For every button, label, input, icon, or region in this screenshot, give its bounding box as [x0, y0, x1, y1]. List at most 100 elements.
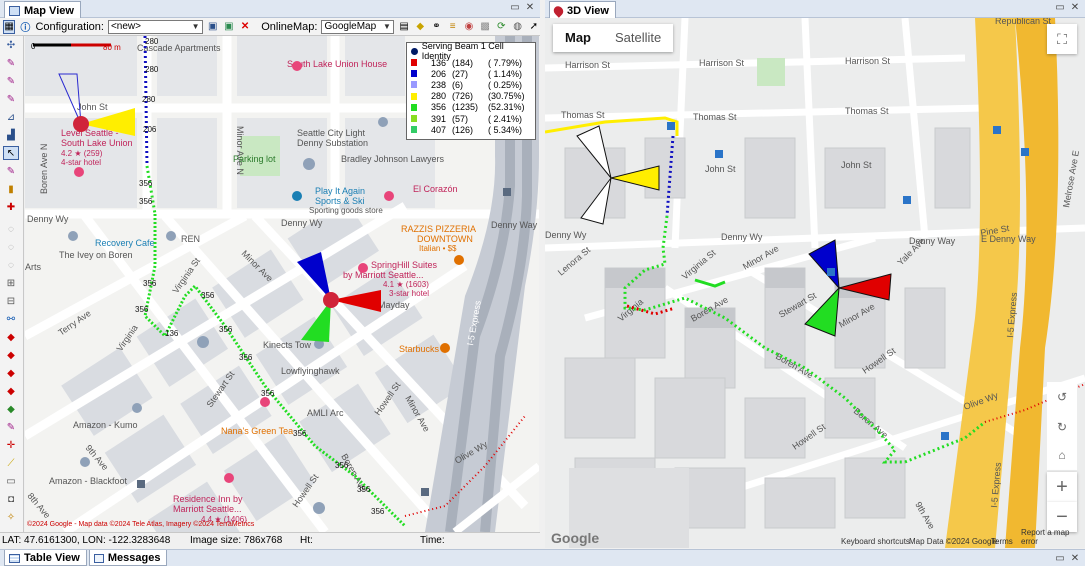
restore-icon[interactable]: ▭ [1054, 553, 1066, 564]
marker-tool-3-icon[interactable]: ◆ [3, 366, 19, 380]
online-map-select[interactable]: GoogleMap ▼ [321, 19, 394, 34]
map-type-satellite[interactable]: Satellite [603, 24, 673, 52]
restore-icon[interactable]: ▭ [509, 2, 521, 13]
legend-swatch [411, 81, 417, 89]
view-3d-tab[interactable]: 3D View [549, 0, 616, 18]
pointer-icon[interactable]: ➚ [528, 20, 540, 34]
marker-tool-4-icon[interactable]: ◆ [3, 384, 19, 398]
restore-icon[interactable]: ▭ [1054, 2, 1066, 13]
legend-row: 391 (57) ( 2.41%) [411, 113, 531, 124]
save-icon[interactable]: ▣ [207, 20, 219, 34]
rotate-left-button[interactable]: ↺ [1047, 382, 1077, 412]
map-type-map[interactable]: Map [553, 24, 603, 52]
place-nanas: Nana's Green Tea [221, 426, 293, 436]
camera-tool-icon[interactable]: ◘ [3, 492, 19, 506]
legend-cell-id: 206 [430, 68, 446, 79]
legend-row: 356 (1235) (52.31%) [411, 102, 531, 113]
grid-icon[interactable]: ▦ [3, 19, 16, 34]
legend-pct: ( 1.14%) [488, 68, 523, 79]
map-view-tab[interactable]: Map View [4, 0, 81, 18]
fullscreen-button[interactable]: ⛶ [1047, 24, 1077, 54]
legend-row: 407 (126) ( 5.34%) [411, 124, 531, 135]
messages-tab[interactable]: Messages [88, 550, 168, 566]
compass-tool-icon[interactable]: ✧ [3, 510, 19, 524]
street3d-denny-wy-2: Denny Wy [721, 232, 763, 242]
route-label-280-b: 280 [145, 65, 159, 74]
place-springhill-rating: 4.1 ★ (1603) [383, 280, 429, 289]
ruler-tool-icon[interactable]: ⊿ [3, 110, 19, 124]
link-tool-icon[interactable]: ⚯ [3, 312, 19, 326]
close-icon[interactable]: ✕ [524, 2, 536, 13]
layer-yellow-icon[interactable]: ◆ [414, 20, 426, 34]
marker-tool-2-icon[interactable]: ◆ [3, 348, 19, 362]
street3d-john-st: John St [705, 164, 736, 174]
route-label-206: 206 [143, 125, 157, 134]
pin-tool-icon[interactable]: ✚ [3, 200, 19, 214]
place-lowflyinghawk: Lowflyinghawk [281, 366, 340, 376]
place-starbucks: Starbucks [399, 344, 440, 354]
layer-stripe-icon[interactable]: ≡ [447, 20, 459, 34]
chart-tool-icon[interactable]: ▟ [3, 128, 19, 142]
map-2d-copyright: ©2024 Google - Map data ©2024 Tele Atlas… [27, 520, 255, 528]
keyboard-shortcuts-link[interactable]: Keyboard shortcuts [841, 537, 910, 546]
rotate-right-button[interactable]: ↻ [1047, 412, 1077, 442]
legend-count: (27) [452, 68, 469, 79]
marker-tool-5-icon[interactable]: ◆ [3, 402, 19, 416]
close-icon[interactable]: ✕ [1069, 2, 1081, 13]
marker-tool-icon[interactable]: ◆ [3, 330, 19, 344]
place-razzis: RAZZIS PIZZERIA [401, 224, 476, 234]
map-view-title: Map View [24, 4, 74, 17]
place-residence-inn-2: Marriott Seattle... [173, 504, 242, 514]
report-map-error-link[interactable]: Report a map error [1021, 528, 1085, 546]
legend-count: (726) [452, 91, 474, 102]
street3d-thomas-st-2: Thomas St [693, 112, 737, 122]
bar-tool-icon[interactable]: ▮ [3, 182, 19, 196]
save-as-icon[interactable]: ▣ [223, 20, 235, 34]
terms-link[interactable]: Terms [991, 537, 1013, 546]
route-label-356-i: 356 [293, 429, 307, 438]
layer-link-icon[interactable]: ⚭ [430, 20, 442, 34]
map-2d-canvas[interactable]: John St Denny Wy Denny Wy Denny Way Bore… [25, 36, 539, 532]
tilt-icon: ⌂ [1058, 448, 1066, 462]
legend-row: 206 (27) ( 1.14%) [411, 68, 531, 79]
zoom-in-button[interactable]: + [1047, 472, 1077, 502]
delete-icon[interactable]: ✕ [239, 20, 251, 34]
layer-gray-icon[interactable]: ▩ [479, 20, 491, 34]
tilt-button[interactable]: ⌂ [1047, 440, 1077, 470]
refresh-icon[interactable]: ⟳ [495, 20, 507, 34]
status-latlon: LAT: 47.6161300, LON: -122.3283648 [2, 535, 171, 546]
draw-tool-5-icon[interactable]: ✎ [3, 420, 19, 434]
street-minor-ave-n: Minor Ave N [235, 126, 245, 175]
legend-swatch [411, 115, 417, 123]
view-3d-titlebar: 3D View ▭ ✕ [545, 0, 1085, 18]
configuration-select[interactable]: <new> ▼ [107, 19, 203, 34]
select-tool-icon[interactable]: ↖ [3, 146, 19, 160]
legend-pct: ( 5.34%) [488, 124, 523, 135]
place-springhill: SpringHill Suites [371, 260, 438, 270]
place-springhill-class: 3-star hotel [389, 289, 429, 298]
legend-swatch [411, 92, 417, 100]
draw-tool-3-icon[interactable]: ✎ [3, 92, 19, 106]
crosshair-tool-icon[interactable]: ✛ [3, 438, 19, 452]
draw-tool-4-icon[interactable]: ✎ [3, 164, 19, 178]
chevron-down-icon: ▼ [383, 22, 391, 31]
grid-tool-2-icon[interactable]: ⊟ [3, 294, 19, 308]
draw-tool-icon[interactable]: ✎ [3, 56, 19, 70]
left-toolbar: ✣ ✎ ✎ ✎ ⊿ ▟ ↖ ✎ ▮ ✚ ◌ ◌ ◌ ⊞ ⊟ ⚯ ◆ ◆ ◆ ◆ … [0, 36, 24, 532]
draw-tool-2-icon[interactable]: ✎ [3, 74, 19, 88]
table-view-tab[interactable]: Table View [4, 550, 87, 566]
print-tool-icon[interactable]: ▭ [3, 474, 19, 488]
pan-tool-icon[interactable]: ✣ [3, 38, 19, 52]
grid-tool-icon[interactable]: ⊞ [3, 276, 19, 290]
legend-row: 136 (184) ( 7.79%) [411, 57, 531, 68]
info-icon[interactable]: ⓘ [19, 20, 31, 34]
route-label-280: 280 [145, 37, 159, 46]
layer-circle-icon[interactable]: ◍ [511, 20, 523, 34]
layer-color-icon[interactable]: ◉ [463, 20, 475, 34]
legend-pct: ( 0.25%) [488, 79, 523, 90]
map-3d-canvas[interactable]: Republican St Harrison St Harrison St Ha… [545, 18, 1085, 548]
measure-tool-icon[interactable]: ⟋ [3, 456, 19, 470]
layers-icon[interactable]: ▤ [398, 20, 410, 34]
close-icon[interactable]: ✕ [1069, 553, 1081, 564]
google-logo: Google [551, 530, 600, 546]
